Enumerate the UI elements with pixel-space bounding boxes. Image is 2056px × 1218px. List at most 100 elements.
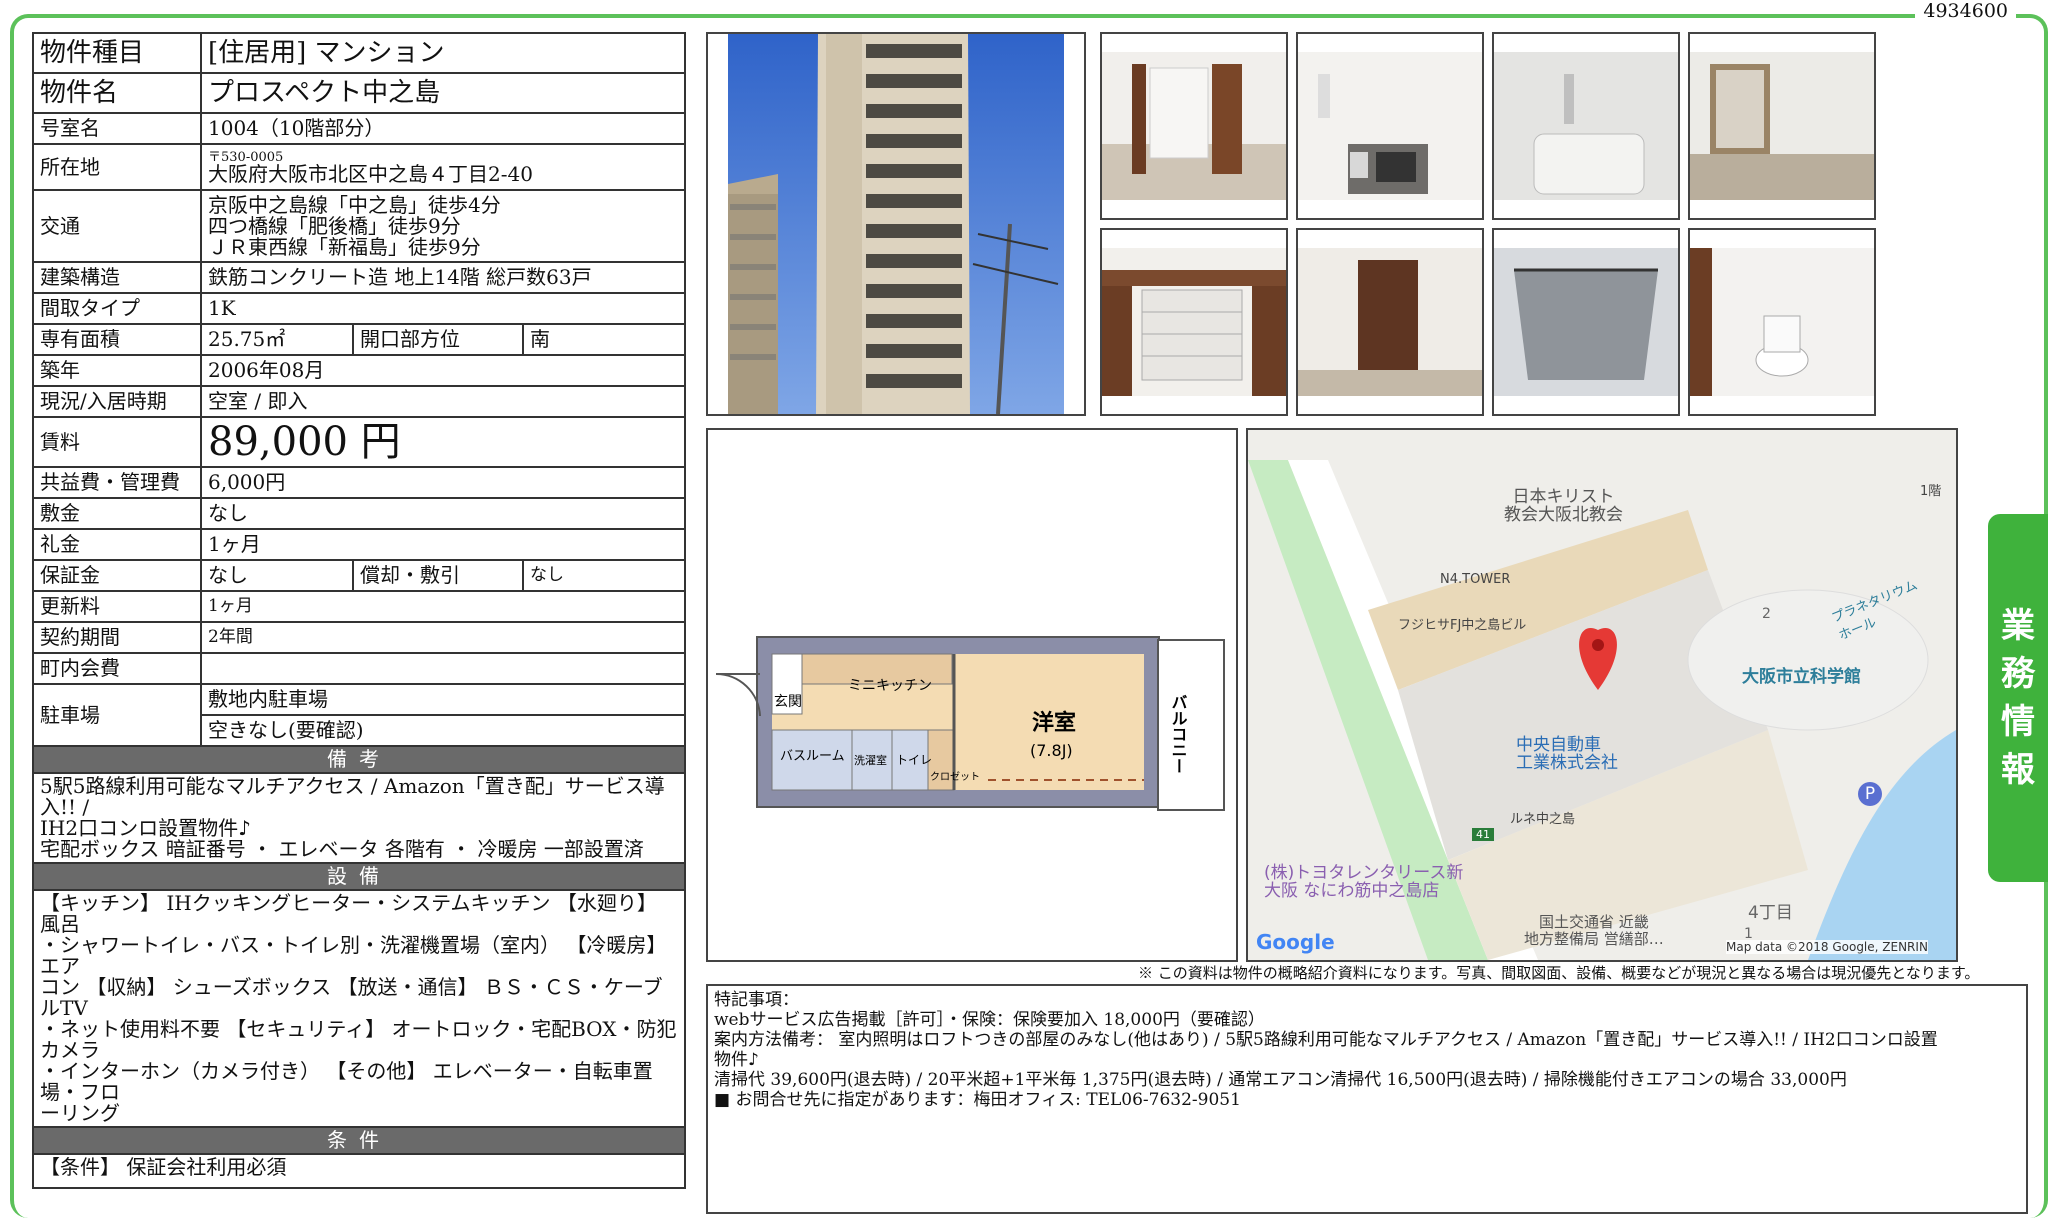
interior-photo-intercom[interactable]: [1296, 32, 1484, 220]
interior-photo-room[interactable]: [1688, 32, 1876, 220]
row-label: 更新料: [32, 590, 202, 623]
guarantee-deposit: なし: [200, 559, 354, 592]
map-label-fujisawa: フジヒサFJ中之島ビル: [1398, 618, 1527, 633]
remarks-line: IH2口コンロ設置物件♪: [40, 816, 251, 840]
remarks-body: 5駅5路線利用可能なマルチアクセス / Amazon「置き配」サービス導入!! …: [32, 772, 686, 864]
side-tab-char: 務: [2001, 654, 2035, 694]
transit-line: 京阪中之島線「中之島」徒歩4分: [208, 192, 501, 217]
thumb-image: [1102, 52, 1286, 200]
row-label: 賃料: [32, 416, 202, 468]
fp-room: 洋室: [1032, 710, 1076, 736]
side-tab-char: 情: [2001, 702, 2035, 742]
parking-icon: P: [1858, 782, 1882, 806]
remarks-line: ■ お問合せ先に指定があります：梅田オフィス: TEL06-7632-9051: [714, 1090, 1241, 1110]
map-label-n4-tower: N4.TOWER: [1440, 572, 1511, 587]
side-tab-char: 業: [2001, 606, 2035, 646]
side-tab-char: 報: [2001, 750, 2035, 790]
remarks-line: 5駅5路線利用可能なマルチアクセス / Amazon「置き配」サービス導入!! …: [40, 774, 665, 819]
address-text: 大阪府大阪市北区中之島４丁目2-40: [208, 162, 533, 186]
remarks-line: 案内方法備考： 室内照明はロフトつきの部屋のみなし(他はあり) / 5駅5路線利…: [714, 1030, 1938, 1050]
fp-bath: バスルーム: [780, 749, 845, 764]
remarks-line: 物件♪: [714, 1050, 759, 1070]
row-label: 専有面積: [32, 323, 202, 356]
equipment-header: 設備: [32, 862, 686, 891]
google-logo: Google: [1256, 930, 1335, 954]
floor-plan-type: 1K: [200, 292, 686, 325]
row-label: 物件名: [32, 72, 202, 114]
equipment-line: コン 【収納】 シューズボックス 【放送・通信】 ＢＳ・ＣＳ・ケーブルTV: [40, 975, 663, 1020]
parking-availability: 空きなし(要確認): [200, 714, 686, 747]
fp-wash: 洗濯室: [854, 753, 887, 767]
location-map[interactable]: 日本キリスト 教会大阪北教会 N4.TOWER フジヒサFJ中之島ビル 大阪市立…: [1246, 428, 1958, 962]
renewal-fee: 1ヶ月: [200, 590, 686, 623]
row-label: 敷金: [32, 497, 202, 530]
equipment-line: ・インターホン（カメラ付き） 【その他】 エレベーター・自転車置場・フロ: [40, 1059, 653, 1104]
interior-photo-shoe-box[interactable]: [1100, 228, 1288, 416]
interior-photo-bathroom[interactable]: [1492, 32, 1680, 220]
thumb-image: [1690, 248, 1874, 396]
interior-photo-toilet[interactable]: [1688, 228, 1876, 416]
equipment-line: 【キッチン】 IHクッキングヒーター・システムキッチン 【水廻り】 風呂: [40, 891, 657, 936]
remarks-line: webサービス広告掲載［許可］・保険：保険要加入 18,000円（要確認）: [714, 1010, 1265, 1030]
equipment-line: ・シャワートイレ・バス・トイレ別・洗濯機置場（室内） 【冷暖房】 エア: [40, 933, 667, 978]
document-id: 4934600: [1915, 0, 2016, 22]
equipment-body: 【キッチン】 IHクッキングヒーター・システムキッチン 【水廻り】 風呂 ・シャ…: [32, 889, 686, 1128]
floor-area: 25.75㎡: [200, 323, 354, 356]
special-remarks: 特記事項： webサービス広告掲載［許可］・保険：保険要加入 18,000円（要…: [706, 984, 2028, 1214]
building-photo[interactable]: [706, 32, 1086, 416]
row-label: 所在地: [32, 143, 202, 191]
fp-balcony: バルコニー: [1169, 694, 1188, 774]
map-label-2: 2: [1762, 606, 1771, 622]
row-label: 共益費・管理費: [32, 466, 202, 499]
thumb-image: [1494, 248, 1678, 396]
map-label-science-museum: 大阪市立科学館: [1742, 667, 1861, 687]
row-label: 交通: [32, 189, 202, 263]
route-41-badge: 41: [1472, 828, 1494, 841]
thumb-image: [1690, 52, 1874, 200]
row-label: 物件種目: [32, 32, 202, 74]
fp-closet: クロゼット: [930, 771, 980, 783]
row-label: 築年: [32, 354, 202, 387]
facing-direction: 南: [522, 323, 686, 356]
map-label-church: 日本キリスト 教会大阪北教会: [1504, 487, 1623, 525]
row-label: 建築構造: [32, 261, 202, 294]
thumb-image: [1102, 248, 1286, 396]
address: 〒530-0005 大阪府大阪市北区中之島４丁目2-40: [200, 143, 686, 191]
map-attribution: Map data ©2018 Google, ZENRIN: [1726, 940, 1928, 954]
row-label: 償却・敷引: [352, 559, 524, 592]
row-label: 礼金: [32, 528, 202, 561]
thumb-image: [1494, 52, 1678, 200]
building-structure: 鉄筋コンクリート造 地上14階 総戸数63戸: [200, 261, 686, 294]
building-image: [708, 34, 1084, 414]
map-label-4chome: 4丁目: [1748, 903, 1793, 923]
map-label-1f: 1階: [1920, 484, 1942, 499]
equipment-line: ーリング: [40, 1101, 120, 1125]
contract-period: 2年間: [200, 621, 686, 654]
property-type: [住居用] マンション: [200, 32, 686, 74]
interior-photo-closet[interactable]: [1100, 32, 1288, 220]
occupancy-status: 空室 / 即入: [200, 385, 686, 418]
transit-access: 京阪中之島線「中之島」徒歩4分 四つ橋線「肥後橋」徒歩9分 ＪＲ東西線「新福島」…: [200, 189, 686, 263]
row-label: 号室名: [32, 112, 202, 145]
row-label: 駐車場: [32, 683, 202, 747]
interior-photo-entrance[interactable]: [1296, 228, 1484, 416]
row-label: 開口部方位: [352, 323, 524, 356]
business-info-tab[interactable]: 業 務 情 報: [1988, 514, 2048, 882]
room-number: 1004（10階部分）: [200, 112, 686, 145]
map-label-kokudo: 国土交通省 近畿 地方整備局 営繕部…: [1524, 913, 1664, 948]
thumb-image: [1298, 52, 1482, 200]
transit-line: 四つ橋線「肥後橋」徒歩9分: [208, 213, 461, 238]
floor-plan-drawing: 玄関 ミニキッチン バスルーム 洗濯室 トイレ クロゼット 洋室 (7.8J) …: [708, 430, 1236, 960]
row-label: 現況/入居時期: [32, 385, 202, 418]
property-name: プロスペクト中之島: [200, 72, 686, 114]
row-label: 町内会費: [32, 652, 202, 685]
equipment-line: ・ネット使用料不要 【セキュリティ】 オートロック・宅配BOX・防犯カメラ: [40, 1017, 677, 1062]
floor-plan[interactable]: 玄関 ミニキッチン バスルーム 洗濯室 トイレ クロゼット 洋室 (7.8J) …: [706, 428, 1238, 962]
row-label: 保証金: [32, 559, 202, 592]
management-fee: 6,000円: [200, 466, 686, 499]
remarks-header: 備考: [32, 745, 686, 774]
remarks-line: 宅配ボックス 暗証番号 ・ エレベータ 各階有 ・ 冷暖房 一部設置済: [40, 837, 644, 861]
interior-photo-balcony[interactable]: [1492, 228, 1680, 416]
disclaimer-note: ※ この資料は物件の概略紹介資料になります。写真、間取図面、設備、概要などが現況…: [1138, 964, 1980, 982]
rent-price: 89,000 円: [200, 416, 686, 468]
